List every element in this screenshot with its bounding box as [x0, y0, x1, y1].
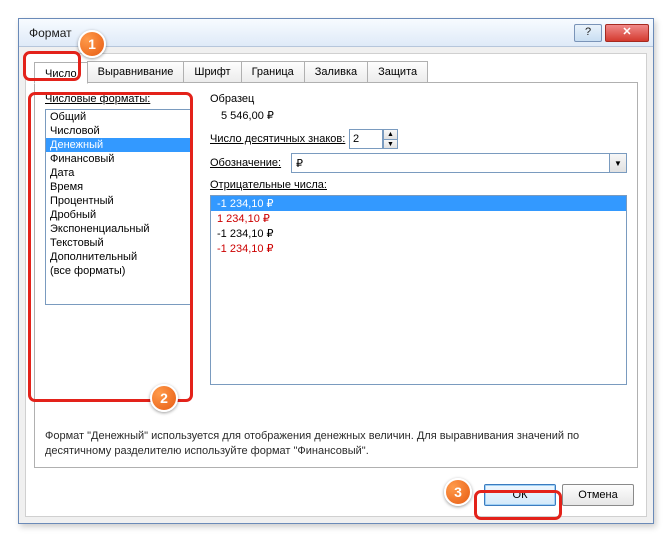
- symbol-value: ₽: [296, 157, 303, 170]
- tab-граница[interactable]: Граница: [241, 61, 305, 83]
- tab-число[interactable]: Число: [34, 62, 88, 84]
- tab-выравнивание[interactable]: Выравнивание: [87, 61, 185, 83]
- tab-strip: ЧислоВыравниваниеШрифтГраницаЗаливкаЗащи…: [34, 60, 427, 82]
- annotation-callout-3: 3: [444, 478, 472, 506]
- annotation-callout-1: 1: [78, 30, 106, 58]
- category-item[interactable]: Дата: [46, 166, 190, 180]
- negative-item[interactable]: -1 234,10 ₽: [211, 241, 626, 256]
- category-item[interactable]: Время: [46, 180, 190, 194]
- category-item[interactable]: Процентный: [46, 194, 190, 208]
- negative-listbox[interactable]: -1 234,10 ₽1 234,10 ₽-1 234,10 ₽-1 234,1…: [210, 195, 627, 385]
- client-area: ЧислоВыравниваниеШрифтГраницаЗаливкаЗащи…: [25, 53, 647, 517]
- decimals-spinner: ▲ ▼: [349, 129, 399, 149]
- categories-label: Числовые форматы:: [45, 93, 150, 105]
- titlebar: Формат ? ✕: [19, 19, 653, 47]
- decimals-input[interactable]: [349, 129, 383, 149]
- sample-value: 5 546,00 ₽: [221, 109, 274, 122]
- dialog-footer: ОК Отмена: [484, 484, 634, 506]
- help-button[interactable]: ?: [574, 24, 602, 42]
- negative-label: Отрицательные числа:: [210, 179, 327, 191]
- decimals-label: Число десятичных знаков:: [210, 133, 345, 145]
- sample-label: Образец: [210, 93, 254, 105]
- window-buttons: ? ✕: [574, 24, 649, 42]
- dialog-window: Формат ? ✕ ЧислоВыравниваниеШрифтГраница…: [18, 18, 654, 524]
- spin-down-icon[interactable]: ▼: [383, 139, 398, 149]
- category-item[interactable]: Денежный: [46, 138, 190, 152]
- tab-защита[interactable]: Защита: [367, 61, 428, 83]
- negative-item[interactable]: -1 234,10 ₽: [211, 196, 626, 211]
- category-item[interactable]: Дробный: [46, 208, 190, 222]
- category-item[interactable]: Финансовый: [46, 152, 190, 166]
- format-description: Формат "Денежный" используется для отобр…: [45, 429, 627, 459]
- negative-item[interactable]: 1 234,10 ₽: [211, 211, 626, 226]
- spinner-buttons: ▲ ▼: [383, 129, 398, 149]
- symbol-label: Обозначение:: [210, 157, 281, 169]
- spin-up-icon[interactable]: ▲: [383, 129, 398, 139]
- category-item[interactable]: Общий: [46, 110, 190, 124]
- category-item[interactable]: Дополнительный: [46, 250, 190, 264]
- symbol-combobox[interactable]: ₽ ▼: [291, 153, 627, 173]
- category-item[interactable]: Числовой: [46, 124, 190, 138]
- tab-panel-number: Числовые форматы: ОбщийЧисловойДенежныйФ…: [34, 82, 638, 468]
- chevron-down-icon[interactable]: ▼: [609, 154, 626, 172]
- ok-button[interactable]: ОК: [484, 484, 556, 506]
- cancel-button[interactable]: Отмена: [562, 484, 634, 506]
- annotation-callout-2: 2: [150, 384, 178, 412]
- close-button[interactable]: ✕: [605, 24, 649, 42]
- category-listbox[interactable]: ОбщийЧисловойДенежныйФинансовыйДатаВремя…: [45, 109, 191, 305]
- category-item[interactable]: (все форматы): [46, 264, 190, 278]
- tab-шрифт[interactable]: Шрифт: [183, 61, 241, 83]
- tab-заливка[interactable]: Заливка: [304, 61, 368, 83]
- window-title: Формат: [29, 26, 574, 40]
- category-item[interactable]: Экспоненциальный: [46, 222, 190, 236]
- category-item[interactable]: Текстовый: [46, 236, 190, 250]
- negative-item[interactable]: -1 234,10 ₽: [211, 226, 626, 241]
